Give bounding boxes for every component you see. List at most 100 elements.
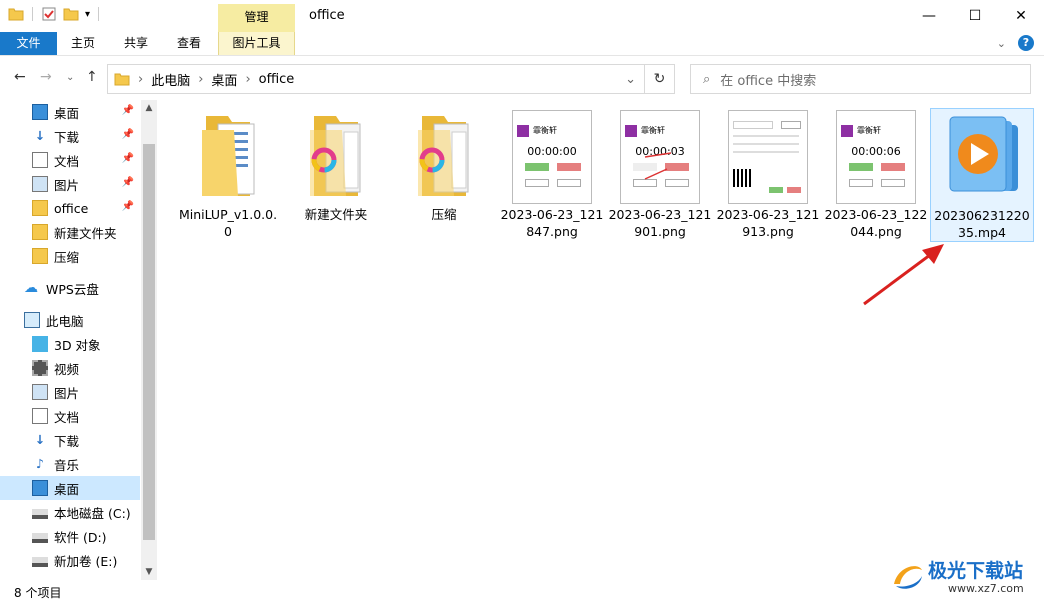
watermark-name: 极光下载站 bbox=[928, 560, 1024, 582]
breadcrumb-separator-icon[interactable]: › bbox=[245, 72, 250, 87]
sidebar-item-documents[interactable]: 文档 📌 bbox=[32, 148, 140, 172]
breadcrumb-separator-icon[interactable]: › bbox=[198, 72, 203, 87]
drive-icon bbox=[32, 533, 48, 543]
file-item-folder-compressed[interactable]: 压缩 bbox=[392, 108, 496, 242]
pin-icon[interactable]: 📌 bbox=[122, 153, 134, 164]
search-placeholder: 在 office 中搜索 bbox=[720, 73, 817, 89]
thumb-line bbox=[733, 135, 799, 137]
picture-icon bbox=[32, 384, 48, 400]
sidebar-item-desktop-pc[interactable]: 桌面 bbox=[0, 476, 140, 500]
computer-icon bbox=[24, 312, 40, 328]
sidebar-item-drive-c[interactable]: 本地磁盘 (C:) bbox=[32, 500, 140, 524]
app-logo-icon bbox=[625, 125, 637, 137]
sidebar-item-office[interactable]: office 📌 bbox=[32, 196, 140, 220]
sidebar-item-label: 文档 bbox=[54, 153, 80, 169]
tab-file[interactable]: 文件 bbox=[0, 32, 57, 55]
ribbon-tabs: 文件 主页 共享 查看 图片工具 ⌄ ? bbox=[0, 32, 1044, 56]
folder-with-documents-icon bbox=[202, 116, 255, 196]
sidebar-item-pictures[interactable]: 图片 📌 bbox=[32, 172, 140, 196]
sidebar-item-compressed[interactable]: 压缩 bbox=[32, 244, 140, 268]
sidebar-item-drive-d[interactable]: 软件 (D:) bbox=[32, 524, 140, 548]
quick-access-toolbar: ▾ bbox=[8, 6, 101, 22]
sidebar-scrollbar[interactable]: ▲ ▼ bbox=[141, 100, 157, 580]
file-item-folder-minilup[interactable]: MiniLUP_v1.0.0.0 bbox=[176, 108, 280, 242]
close-button[interactable]: ✕ bbox=[998, 0, 1044, 32]
sidebar-item-downloads-pc[interactable]: ↓ 下载 bbox=[32, 428, 140, 452]
sidebar-item-music[interactable]: ♪ 音乐 bbox=[32, 452, 140, 476]
address-dropdown-icon[interactable]: ⌄ bbox=[625, 72, 636, 87]
sidebar-item-wps-cloud[interactable]: ☁ WPS云盘 bbox=[24, 276, 140, 300]
sidebar-item-drive-e[interactable]: 新加卷 (E:) bbox=[32, 548, 140, 572]
cube-icon bbox=[32, 336, 48, 352]
folder-icon[interactable] bbox=[8, 6, 24, 22]
tab-view[interactable]: 查看 bbox=[166, 32, 212, 55]
sidebar-item-label: 文档 bbox=[54, 409, 80, 425]
scroll-up-icon[interactable]: ▲ bbox=[141, 100, 157, 116]
thumb-open-button bbox=[525, 179, 549, 187]
file-name: MiniLUP_v1.0.0.0 bbox=[178, 207, 278, 239]
scroll-down-icon[interactable]: ▼ bbox=[141, 564, 157, 580]
thumb-brand: 霏衡轩 bbox=[533, 126, 557, 135]
breadcrumb-desktop[interactable]: 桌面 bbox=[211, 70, 237, 89]
watermark-logo: 极光下载站 www.xz7.com bbox=[888, 552, 1038, 602]
file-name: 2023-06-23_121847.png bbox=[500, 207, 604, 239]
file-item-png-121901[interactable]: 霏衡轩 00:00:03 2023-06-23_121901.png bbox=[608, 108, 712, 242]
sidebar-item-3d-objects[interactable]: 3D 对象 bbox=[32, 332, 140, 356]
tab-share[interactable]: 共享 bbox=[113, 32, 159, 55]
sidebar-item-label: 桌面 bbox=[54, 481, 80, 497]
expand-ribbon-icon[interactable]: ⌄ bbox=[997, 37, 1006, 50]
tab-picture-tools[interactable]: 图片工具 bbox=[218, 32, 295, 55]
pin-icon[interactable]: 📌 bbox=[122, 129, 134, 140]
address-bar[interactable]: › 此电脑 › 桌面 › office ⌄ bbox=[107, 64, 645, 94]
tab-home[interactable]: 主页 bbox=[60, 32, 106, 55]
sidebar-item-label: 新加卷 (E:) bbox=[54, 553, 118, 569]
sidebar-item-label: 下载 bbox=[54, 129, 80, 145]
forward-arrow-icon[interactable]: → bbox=[40, 69, 52, 85]
file-item-png-122044[interactable]: 霏衡轩 00:00:06 2023-06-23_122044.png bbox=[824, 108, 928, 242]
refresh-button[interactable]: ↻ bbox=[645, 64, 675, 94]
new-folder-icon[interactable] bbox=[63, 6, 79, 22]
thumb-brand: 霏衡轩 bbox=[641, 126, 665, 135]
red-arrows-icon bbox=[644, 152, 672, 180]
search-input[interactable]: ⌕ 在 office 中搜索 bbox=[690, 64, 1031, 94]
sidebar-item-documents-pc[interactable]: 文档 bbox=[32, 404, 140, 428]
breadcrumb-this-pc[interactable]: 此电脑 bbox=[151, 70, 190, 89]
up-arrow-icon[interactable]: ↑ bbox=[86, 69, 98, 85]
properties-icon[interactable] bbox=[41, 6, 57, 22]
sidebar-item-new-folder[interactable]: 新建文件夹 bbox=[32, 220, 140, 244]
scrollbar-thumb[interactable] bbox=[143, 144, 155, 540]
pin-icon[interactable]: 📌 bbox=[122, 201, 134, 212]
folder-icon bbox=[32, 200, 48, 216]
thumb-settings-button bbox=[881, 179, 905, 187]
search-icon: ⌕ bbox=[703, 71, 711, 87]
context-tab-group-manage: 管理 bbox=[218, 4, 295, 32]
thumb-cancel-button bbox=[787, 187, 801, 193]
sidebar-item-this-pc[interactable]: 此电脑 bbox=[24, 308, 140, 332]
pin-icon[interactable]: 📌 bbox=[122, 177, 134, 188]
breadcrumb-office[interactable]: office bbox=[259, 72, 295, 87]
sidebar-item-label: 桌面 bbox=[54, 105, 80, 121]
file-item-png-121913[interactable]: 2023-06-23_121913.png bbox=[716, 108, 820, 242]
cloud-icon: ☁ bbox=[24, 280, 38, 296]
sidebar-item-label: 本地磁盘 (C:) bbox=[54, 505, 131, 521]
sidebar-item-pictures-pc[interactable]: 图片 bbox=[32, 380, 140, 404]
file-item-png-121847[interactable]: 霏衡轩 00:00:00 2023-06-23_121847.png bbox=[500, 108, 604, 242]
back-arrow-icon[interactable]: ← bbox=[14, 69, 26, 85]
desktop-icon bbox=[32, 104, 48, 120]
document-icon bbox=[32, 152, 48, 168]
sidebar-item-label: 图片 bbox=[54, 177, 80, 193]
qat-dropdown-icon[interactable]: ▾ bbox=[85, 9, 90, 20]
maximize-button[interactable]: ☐ bbox=[952, 0, 998, 32]
sidebar-item-videos[interactable]: 视频 bbox=[32, 356, 140, 380]
recent-dropdown-icon[interactable]: ⌄ bbox=[66, 72, 74, 83]
sidebar-item-downloads[interactable]: ↓ 下载 📌 bbox=[32, 124, 140, 148]
file-item-mp4[interactable]: 20230623122035.mp4 bbox=[930, 108, 1034, 242]
breadcrumb-separator-icon[interactable]: › bbox=[138, 72, 143, 87]
pin-icon[interactable]: 📌 bbox=[122, 105, 134, 116]
file-name: 2023-06-23_122044.png bbox=[824, 207, 928, 239]
sidebar-item-desktop[interactable]: 桌面 📌 bbox=[32, 100, 140, 124]
help-icon[interactable]: ? bbox=[1018, 35, 1034, 51]
file-name: 2023-06-23_121901.png bbox=[608, 207, 712, 239]
minimize-button[interactable]: — bbox=[906, 0, 952, 32]
file-item-folder-new[interactable]: 新建文件夹 bbox=[284, 108, 388, 242]
